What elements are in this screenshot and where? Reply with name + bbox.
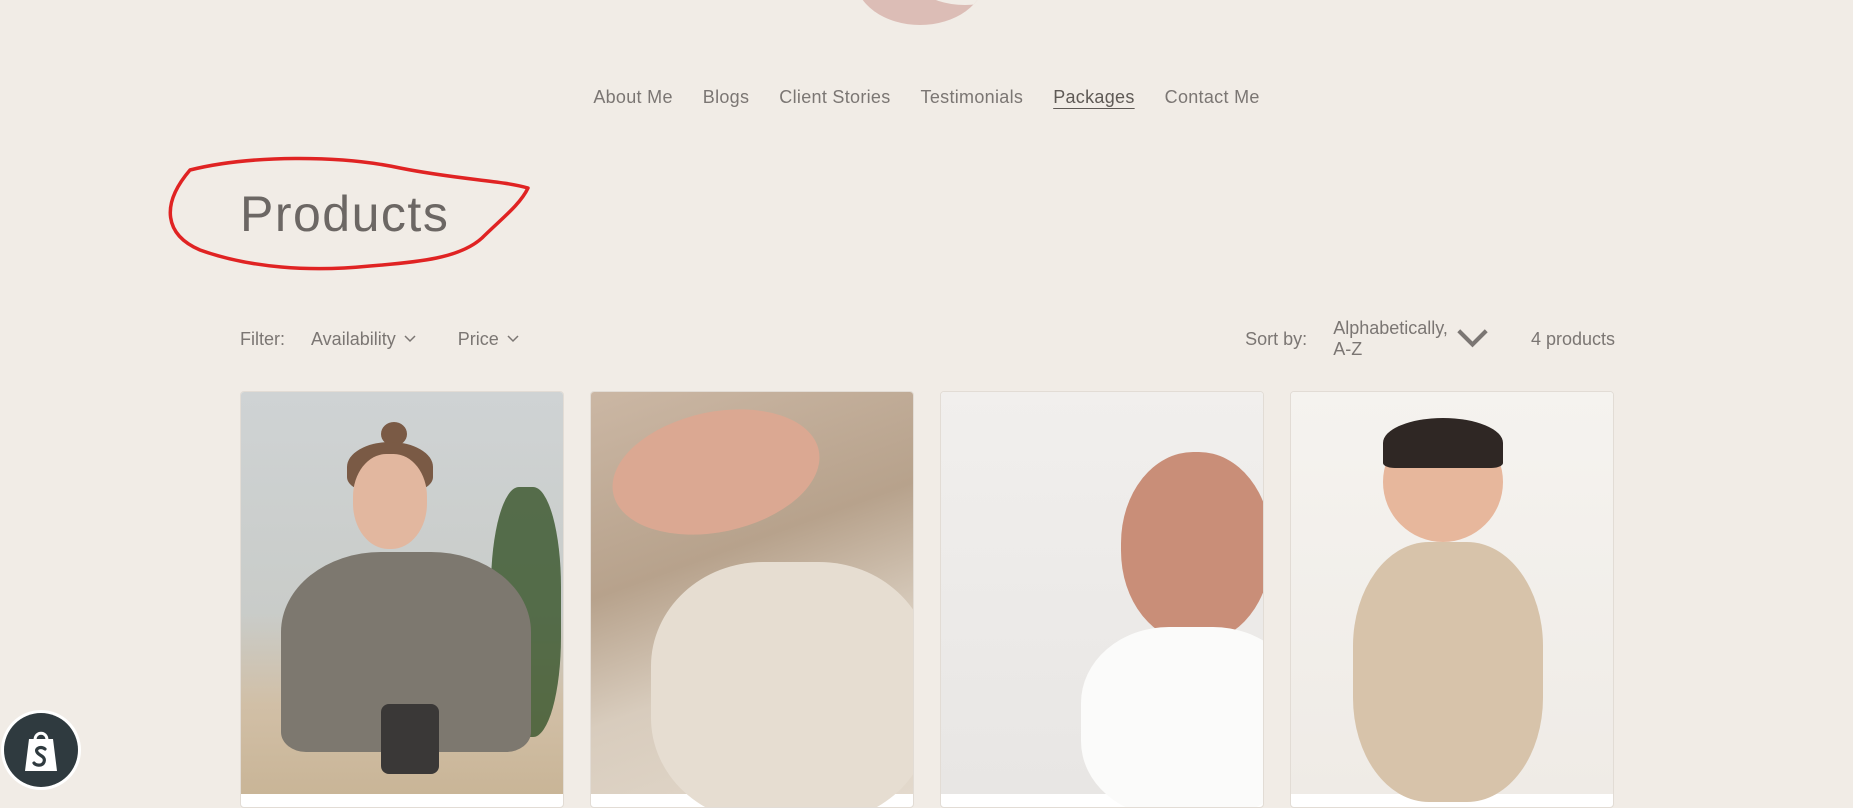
nav-packages[interactable]: Packages: [1053, 87, 1134, 108]
product-card-baby[interactable]: [1290, 391, 1614, 808]
chevron-down-icon: [1457, 329, 1488, 348]
availability-filter[interactable]: Availability: [311, 329, 416, 350]
availability-filter-label: Availability: [311, 328, 396, 349]
nav-about-me[interactable]: About Me: [593, 87, 672, 108]
product-card-woman[interactable]: [240, 391, 564, 808]
nav-client-stories[interactable]: Client Stories: [779, 87, 890, 108]
chevron-down-icon: [507, 335, 519, 343]
facets-bar: Filter: Availability Price Sort by: Alph…: [240, 318, 1615, 360]
product-image-woman-holding-mug: [241, 392, 563, 794]
shopify-bag-icon: [25, 731, 57, 771]
product-card-newborn[interactable]: [940, 391, 1264, 808]
product-card-hands[interactable]: [590, 391, 914, 808]
site-logo[interactable]: [855, 0, 985, 25]
nav-testimonials[interactable]: Testimonials: [921, 87, 1024, 108]
product-image-smiling-swaddled-baby: [1291, 392, 1613, 802]
shopify-badge-button[interactable]: [4, 713, 78, 787]
product-image-sleeping-newborn: [941, 392, 1263, 807]
filter-label: Filter:: [240, 328, 285, 349]
price-filter[interactable]: Price: [458, 329, 519, 350]
page-title: Products: [240, 186, 450, 242]
product-count: 4 products: [1530, 328, 1615, 349]
price-filter-label: Price: [457, 328, 499, 349]
sort-label: Sort by:: [1245, 328, 1308, 349]
product-grid: [240, 391, 1615, 808]
sort-select-value: Alphabetically, A-Z: [1333, 318, 1448, 359]
chevron-down-icon: [404, 335, 416, 343]
sort-select[interactable]: Alphabetically, A-Z: [1333, 318, 1489, 360]
nav-blogs[interactable]: Blogs: [703, 87, 750, 108]
product-image-hands-holding-baby: [591, 392, 913, 807]
main-navigation: About Me Blogs Client Stories Testimonia…: [0, 87, 1853, 108]
nav-contact-me[interactable]: Contact Me: [1165, 87, 1260, 108]
